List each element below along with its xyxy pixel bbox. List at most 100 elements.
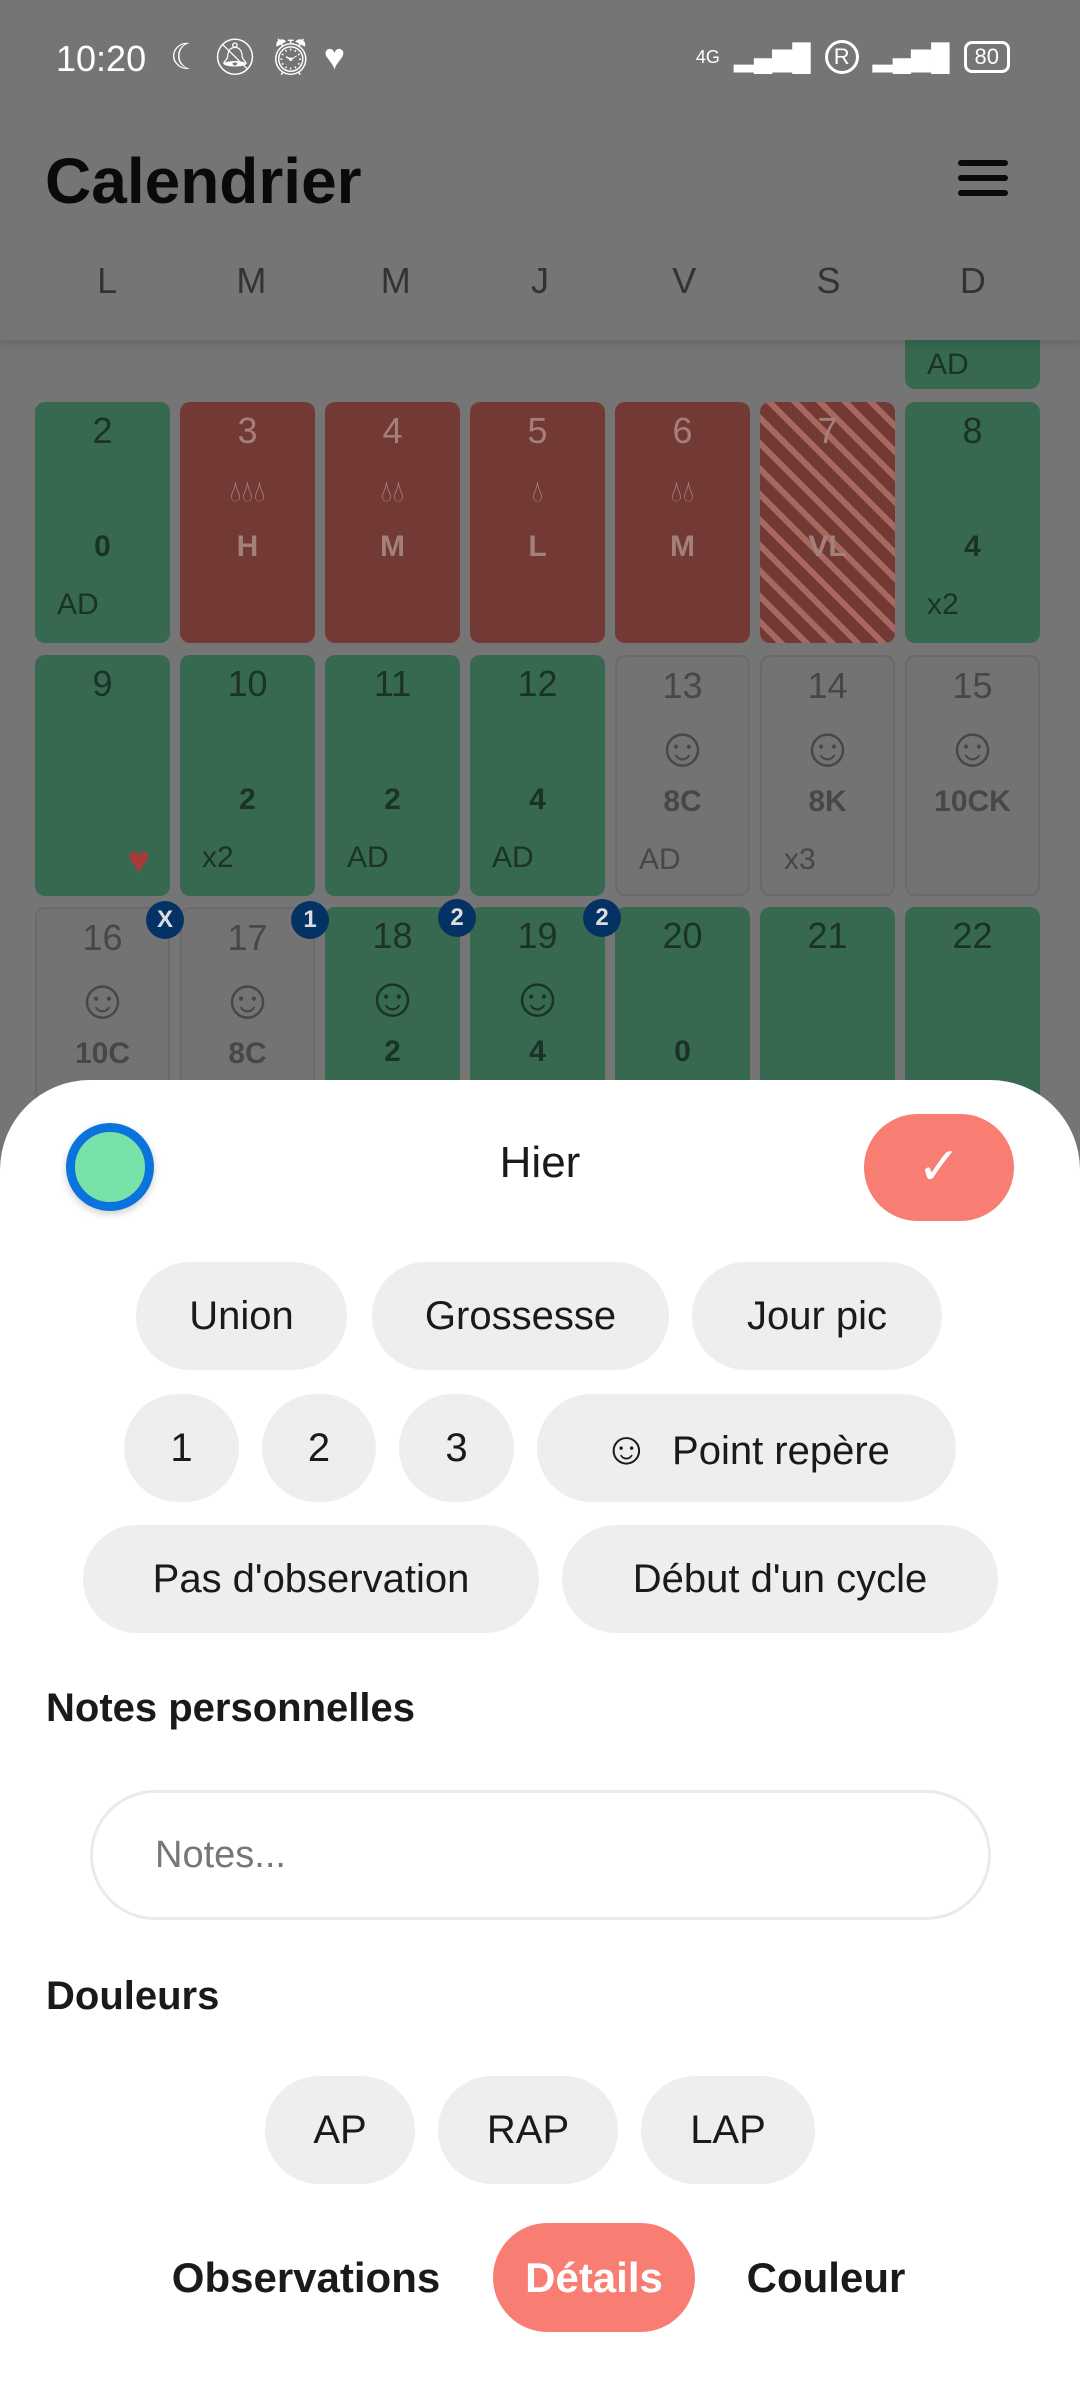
calendar-day-cell[interactable]: 12 4 AD (470, 655, 605, 896)
cell-mid-text: M (380, 530, 405, 563)
baby-icon: ☺ (73, 967, 132, 1030)
count-badge: 2 (438, 899, 476, 937)
chip-jour-pic[interactable]: Jour pic (692, 1262, 942, 1370)
tab-details[interactable]: Détails (493, 2223, 695, 2332)
day-number: 8 (962, 410, 983, 451)
baby-icon: ☺ (508, 965, 567, 1028)
chip-lap[interactable]: LAP (641, 2076, 815, 2184)
calendar-day-cell[interactable]: 9 ♥ (35, 655, 170, 896)
moon-icon: ☾ (170, 36, 213, 77)
chip-2[interactable]: 2 (262, 1394, 376, 1502)
cell-mid-text: 4 (529, 783, 546, 816)
calendar-day-cell[interactable]: 15 ☺ 10CK (905, 655, 1040, 896)
cell-mid-text: 8C (663, 785, 702, 818)
cell-mid-text: 4 (529, 1035, 546, 1068)
chip-3[interactable]: 3 (399, 1394, 514, 1502)
day-detail-sheet: Hier ✓ Union Grossesse Jour pic 1 2 3 ☺ P… (0, 1080, 1080, 2400)
cell-mid-text: 0 (674, 1035, 691, 1068)
roaming-icon: R (824, 40, 859, 74)
day-number: 5 (527, 410, 548, 451)
chip-pas-observation[interactable]: Pas d'observation (83, 1525, 539, 1633)
calendar-day-cell[interactable]: 4 💧︎💧︎ M (325, 402, 460, 643)
confirm-button[interactable]: ✓ (864, 1114, 1014, 1221)
cell-mid-text: L (528, 530, 547, 563)
cell-mid-text: 10CK (934, 785, 1011, 818)
calendar-day-cell[interactable]: 13 ☺ 8C AD (615, 655, 750, 896)
chip-debut-cycle[interactable]: Début d'un cycle (562, 1525, 998, 1633)
calendar-day-cell[interactable]: 14 ☺ 8K x3 (760, 655, 895, 896)
day-number: 12 (517, 663, 558, 704)
calendar-day-cell[interactable]: 2 0 AD (35, 402, 170, 643)
chip-ap[interactable]: AP (265, 2076, 415, 2184)
weekday: D (959, 260, 986, 301)
hamburger-menu-icon[interactable] (958, 160, 1008, 196)
heart-icon: ♥ (323, 36, 356, 77)
weekday: M (380, 260, 411, 301)
day-number: 10 (227, 663, 268, 704)
blood-drop-icon: 💧︎💧︎ (380, 475, 405, 508)
weekday: S (816, 260, 841, 301)
day-number: 9 (92, 663, 113, 704)
day-number: 14 (807, 665, 848, 706)
cell-bottom-text: AD (639, 843, 681, 876)
calendar-day-cell[interactable]: 10 2 x2 (180, 655, 315, 896)
notes-input[interactable] (90, 1790, 991, 1920)
chip-point-repere[interactable]: ☺ Point repère (537, 1394, 956, 1502)
chip-union[interactable]: Union (136, 1262, 347, 1370)
day-number: 15 (952, 665, 993, 706)
day-number: 22 (952, 915, 993, 956)
calendar-day-cell[interactable]: 5 💧︎ L (470, 402, 605, 643)
cell-mid-text: 8K (808, 785, 847, 818)
app-header: Calendrier L M M J V S D (0, 110, 1080, 340)
check-icon: ✓ (917, 1138, 961, 1196)
weekday-header: L M M J V S D (35, 260, 1045, 302)
cell-bottom-text: x3 (784, 843, 816, 876)
count-badge: X (146, 901, 184, 939)
day-number: 6 (672, 410, 693, 451)
cell-mid-text: 0 (94, 530, 111, 563)
baby-icon: ☺ (218, 967, 277, 1030)
baby-icon: ☺ (363, 965, 422, 1028)
calendar-day-cell[interactable]: 3 💧︎💧︎💧︎ H (180, 402, 315, 643)
chip-rap[interactable]: RAP (438, 2076, 618, 2184)
alarm-icon: ⏰︎ (267, 36, 324, 77)
chip-1[interactable]: 1 (124, 1394, 239, 1502)
weekday: M (236, 260, 267, 301)
status-bar: 10:20 ☾🔕︎⏰︎♥ 4G ▂▄▆█ R ▂▄▆█ 80 (0, 0, 1080, 110)
blood-drop-icon: 💧︎ (531, 475, 544, 508)
cell-bottom-text: AD (347, 841, 389, 874)
calendar-day-cell[interactable]: 7 VL (760, 402, 895, 643)
tab-couleur[interactable]: Couleur (726, 2223, 926, 2332)
network-label: 4G (695, 46, 720, 67)
day-number: 4 (382, 410, 403, 451)
notes-heading: Notes personnelles (46, 1686, 416, 1730)
calendar-day-cell[interactable]: 11 2 AD (325, 655, 460, 896)
chip-grossesse[interactable]: Grossesse (372, 1262, 669, 1370)
pain-heading: Douleurs (46, 1974, 220, 2018)
count-badge: 2 (583, 899, 621, 937)
baby-icon: ☺ (943, 715, 1002, 778)
cell-mid-text: 2 (239, 783, 256, 816)
cell-bottom-text: AD (927, 348, 969, 381)
calendar-day-cell[interactable]: 8 4 x2 (905, 402, 1040, 643)
count-badge: 1 (291, 901, 329, 939)
day-number: 21 (807, 915, 848, 956)
vibrate-off-icon: 🔕︎ (212, 36, 268, 77)
cell-mid-text: 10C (74, 1037, 131, 1070)
cell-mid-text: 4 (964, 530, 981, 563)
tab-observations[interactable]: Observations (166, 2223, 446, 2332)
cell-bottom-text: x2 (202, 841, 234, 874)
weekday: L (97, 260, 118, 301)
clock: 10:20 (56, 38, 147, 79)
cell-mid-text: 2 (384, 1035, 401, 1068)
day-number: 20 (662, 915, 703, 956)
cell-bottom-text: x2 (927, 588, 959, 621)
cell-mid-text: 2 (384, 783, 401, 816)
day-number: 3 (237, 410, 258, 451)
baby-icon: ☺ (653, 715, 712, 778)
calendar-day-cell[interactable]: 6 💧︎💧︎ M (615, 402, 750, 643)
page-title: Calendrier (45, 145, 362, 217)
cell-mid-text: H (236, 530, 259, 563)
day-number: 2 (92, 410, 113, 451)
cell-mid-text: 8C (228, 1037, 267, 1070)
